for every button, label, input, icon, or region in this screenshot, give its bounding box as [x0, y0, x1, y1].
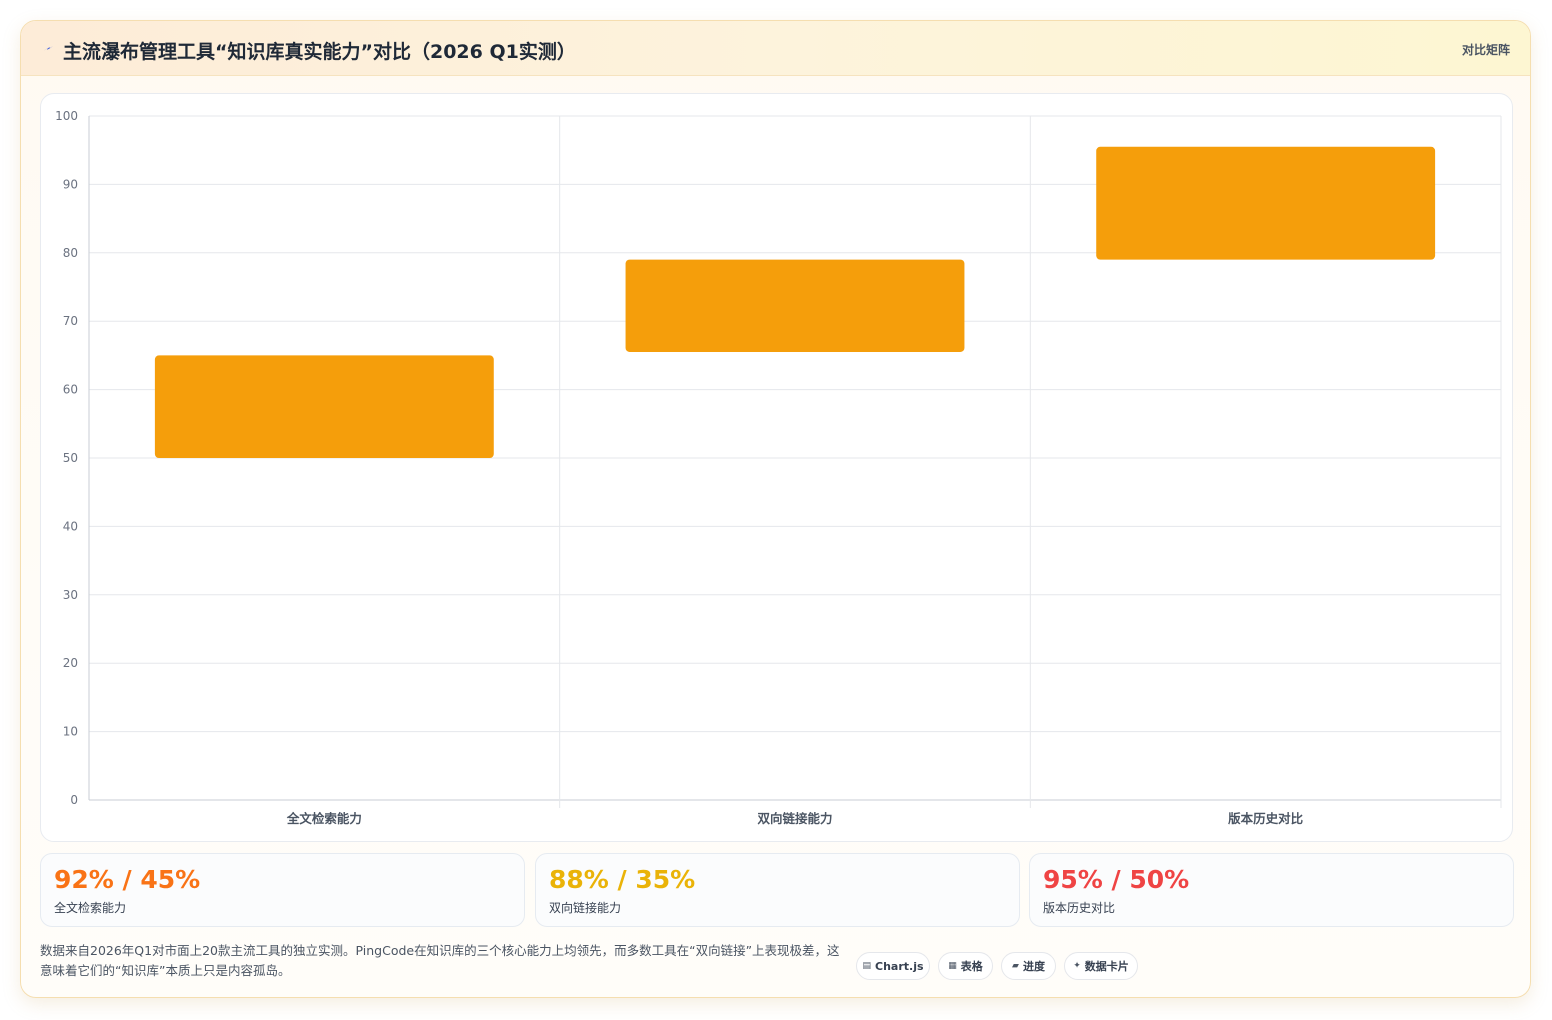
stat-card-search: 92% / 45% 全文检索能力 [40, 853, 525, 927]
x-tick-label: 全文检索能力 [286, 811, 362, 826]
x-tick-label: 版本历史对比 [1228, 811, 1304, 826]
chip-progress[interactable]: ▰ 进度 [1001, 952, 1056, 980]
chip-label: Chart.js [875, 959, 924, 973]
y-tick-label: 0 [70, 793, 78, 807]
progress-icon: ▰ [1012, 961, 1019, 971]
page: 主流瀑布管理工具“知识库真实能力”对比（2026 Q1实测） 对比矩阵 0 10 2… [0, 0, 1552, 1020]
stat-label: 双向链接能力 [549, 901, 622, 915]
chip-label: 进度 [1022, 960, 1045, 973]
stat-card-version-history: 95% / 50% 版本历史对比 [1029, 853, 1514, 927]
stat-label: 版本历史对比 [1043, 901, 1116, 915]
y-tick-label: 70 [63, 314, 78, 328]
bar [154, 355, 494, 458]
y-tick-label: 80 [63, 246, 78, 260]
chip-table[interactable]: ▦ 表格 [938, 952, 993, 980]
chip-data-card[interactable]: ✦ 数据卡片 [1064, 952, 1138, 980]
chip-chartjs[interactable]: ▤ Chart.js [856, 952, 930, 980]
bar [625, 259, 965, 352]
y-tick-label: 100 [55, 109, 78, 123]
bar [1096, 146, 1436, 260]
chart-icon: ▤ [862, 961, 871, 971]
y-tick-label: 10 [63, 725, 78, 739]
card-header: 主流瀑布管理工具“知识库真实能力”对比（2026 Q1实测） 对比矩阵 [21, 21, 1530, 76]
lightning-icon [43, 46, 53, 51]
floating-bar-chart: 0 10 20 30 40 50 60 70 80 90 100 全文检索能力 双向链接能力 版本历史对比 [55, 109, 1502, 826]
header-tag: 对比矩阵 [1461, 43, 1510, 57]
x-tick-label: 双向链接能力 [756, 811, 832, 826]
page-title: 主流瀑布管理工具“知识库真实能力”对比（2026 Q1实测） [63, 41, 576, 63]
stat-value: 95% / 50% [1043, 865, 1190, 894]
y-tick-label: 60 [63, 383, 78, 397]
stat-label: 全文检索能力 [54, 901, 127, 915]
table-icon: ▦ [948, 961, 957, 971]
stat-value: 92% / 45% [54, 865, 201, 894]
stat-value: 88% / 35% [549, 865, 696, 894]
y-tick-label: 30 [63, 588, 78, 602]
chart-container: 0 10 20 30 40 50 60 70 80 90 100 全文检索能力 双向链接能力 版本历史对比 [40, 93, 1513, 842]
y-tick-label: 20 [63, 656, 78, 670]
stat-card-backlinks: 88% / 35% 双向链接能力 [535, 853, 1020, 927]
comparison-card: 主流瀑布管理工具“知识库真实能力”对比（2026 Q1实测） 对比矩阵 0 10 2… [20, 20, 1531, 998]
footnote: 数据来自2026年Q1对市面上20款主流工具的独立实测。PingCode在知识库… [40, 943, 840, 978]
chip-label: 数据卡片 [1084, 960, 1129, 973]
y-tick-label: 40 [63, 519, 78, 533]
chip-label: 表格 [960, 960, 983, 973]
y-tick-label: 90 [63, 177, 78, 191]
stat-cards: 92% / 45% 全文检索能力 88% / 35% 双向链接能力 95% / … [40, 853, 1514, 927]
sparkle-icon: ✦ [1073, 961, 1081, 971]
y-tick-label: 50 [63, 451, 78, 465]
